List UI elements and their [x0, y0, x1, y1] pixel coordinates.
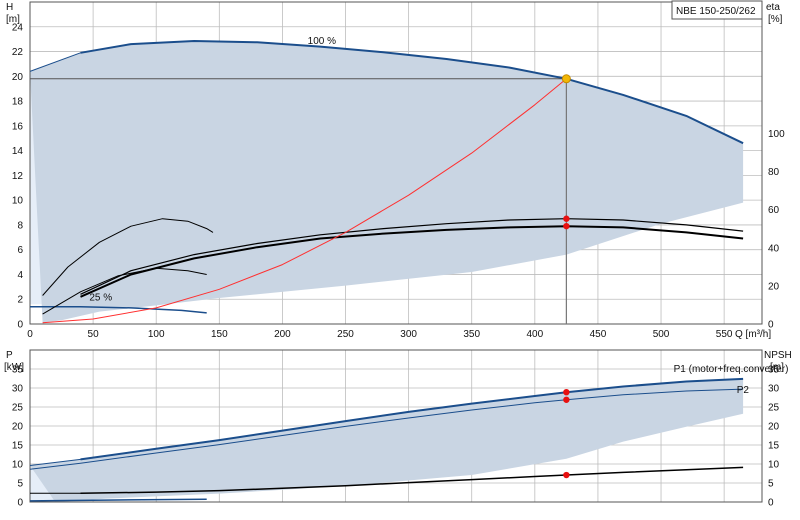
- bottom-tick-left: 5: [17, 479, 23, 490]
- x-tick: 500: [653, 329, 670, 340]
- bottom-tick-right: 10: [768, 460, 780, 471]
- top-tick-left: 22: [12, 47, 24, 58]
- top-tick-right: 40: [768, 243, 780, 254]
- bottom-tick-right: 0: [768, 498, 774, 509]
- pump-curve-chart: 0246810121416182022240204060801000510152…: [4, 0, 792, 509]
- bottom-tick-right: 20: [768, 422, 780, 433]
- x-tick: 300: [400, 329, 417, 340]
- x-tick: 400: [526, 329, 543, 340]
- bottom-ylabel-right-name: NPSH: [764, 350, 792, 361]
- top-tick-left: 8: [17, 220, 23, 231]
- top-tick-left: 0: [17, 320, 23, 331]
- top-tick-left: 10: [12, 196, 24, 207]
- top-ylabel-right-unit: [%]: [768, 14, 783, 25]
- top-tick-right: 20: [768, 281, 780, 292]
- top-tick-left: 4: [17, 270, 23, 281]
- bottom-tick-left: 25: [12, 403, 24, 414]
- top-tick-right: 60: [768, 205, 780, 216]
- top-marker: [563, 222, 570, 230]
- x-axis-label: Q [m³/h]: [735, 329, 771, 340]
- bottom-tick-left: 20: [12, 422, 24, 433]
- top-tick-left: 14: [12, 146, 24, 157]
- bottom-tick-left: 15: [12, 441, 24, 452]
- bottom-tick-right: 15: [768, 441, 780, 452]
- x-tick: 200: [274, 329, 291, 340]
- top-tick-left: 16: [12, 121, 24, 132]
- top-tick-right: 80: [768, 167, 780, 178]
- bottom-marker: [563, 396, 570, 403]
- duty-point: [561, 74, 571, 84]
- top-tick-right: 100: [768, 129, 785, 140]
- bottom-marker: [563, 471, 570, 479]
- top-marker: [563, 215, 570, 222]
- bottom-marker: [563, 388, 570, 396]
- x-tick: 550: [716, 329, 733, 340]
- x-tick: 350: [463, 329, 480, 340]
- x-tick: 50: [88, 329, 100, 340]
- bottom-ylabel-left-unit: [kW]: [4, 362, 24, 373]
- top-annotation: 25 %: [89, 292, 112, 303]
- top-annotation: 100 %: [308, 36, 336, 47]
- top-tick-left: 18: [12, 97, 24, 108]
- chart-title: NBE 150-250/262: [676, 6, 756, 17]
- bottom-tick-left: 30: [12, 384, 24, 395]
- bottom-tick-right: 5: [768, 479, 774, 490]
- x-tick: 250: [337, 329, 354, 340]
- bottom-annotation: P2: [737, 385, 750, 396]
- bottom-tick-right: 25: [768, 403, 780, 414]
- bottom-tick-left: 10: [12, 460, 24, 471]
- bottom-tick-right: 30: [768, 384, 780, 395]
- bottom-ylabel-left-name: P: [6, 350, 13, 361]
- x-tick: 0: [27, 329, 33, 340]
- top-tick-left: 12: [12, 171, 24, 182]
- top-ylabel-left-unit: [m]: [6, 14, 20, 25]
- x-tick: 150: [211, 329, 228, 340]
- top-tick-left: 6: [17, 245, 23, 256]
- x-tick: 450: [590, 329, 607, 340]
- bottom-annotation: P1 (motor+freq.converter): [674, 364, 789, 375]
- top-ylabel-left-name: H: [6, 2, 13, 13]
- top-ylabel-right-name: eta: [766, 2, 780, 13]
- x-tick: 100: [148, 329, 165, 340]
- top-tick-left: 2: [17, 295, 23, 306]
- bottom-tick-left: 0: [17, 498, 23, 509]
- top-tick-left: 20: [12, 72, 24, 83]
